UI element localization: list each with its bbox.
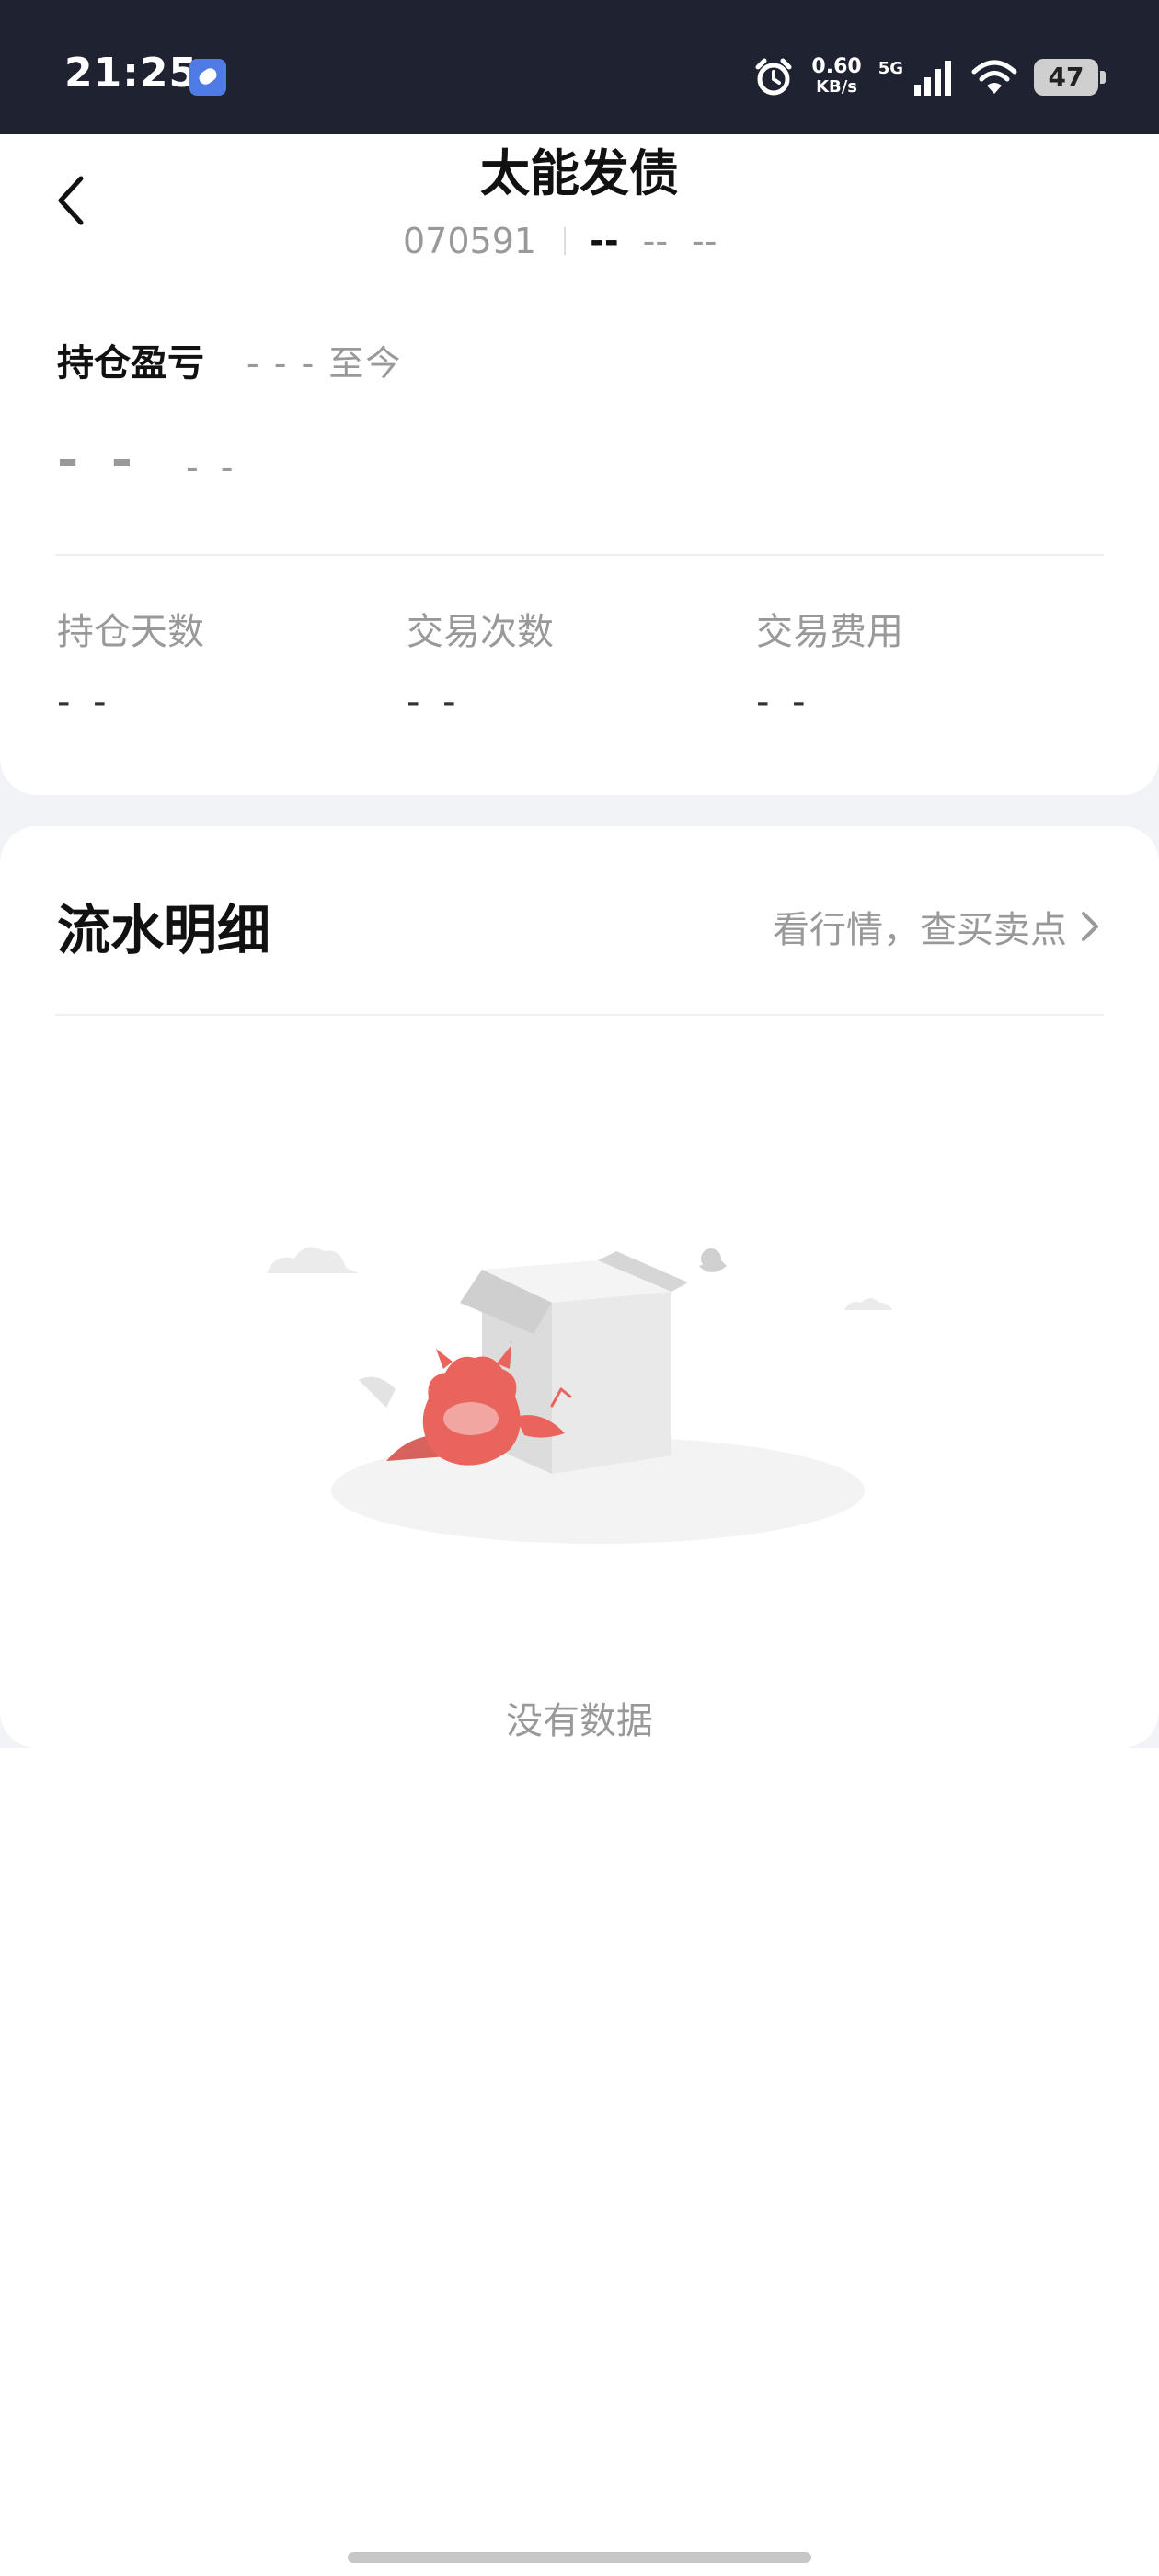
holding-pl-value: - - bbox=[57, 431, 140, 490]
status-bar: 21:25 0.60 KB/s 5G 47 bbox=[0, 0, 1159, 134]
empty-state-text: 没有数据 bbox=[506, 1700, 653, 1742]
price-placeholder: -- bbox=[590, 221, 619, 261]
change-placeholder: -- bbox=[642, 221, 669, 261]
alarm-icon bbox=[755, 58, 792, 96]
battery-icon: 47 bbox=[1034, 59, 1106, 96]
holding-pl-label: 持仓盈亏 bbox=[57, 342, 204, 385]
divider bbox=[55, 1014, 1104, 1016]
net-speed-unit: KB/s bbox=[816, 77, 858, 97]
wifi-icon bbox=[971, 60, 1017, 94]
status-time: 21:25 bbox=[64, 50, 199, 97]
holding-pl-percent: - - bbox=[186, 447, 239, 488]
chevron-right-icon bbox=[1082, 912, 1098, 941]
security-info: 070591 -- -- -- bbox=[403, 221, 717, 261]
change-percent-placeholder: -- bbox=[692, 221, 717, 261]
stat-value: - - bbox=[756, 681, 811, 723]
stat-label: 交易费用 bbox=[756, 611, 903, 653]
security-code: 070591 bbox=[403, 221, 537, 261]
network-type: 5G bbox=[878, 58, 903, 78]
stat-value: - - bbox=[57, 681, 112, 723]
net-speed: 0.60 KB/s bbox=[811, 57, 861, 98]
status-icons: 0.60 KB/s 5G 47 bbox=[752, 52, 1106, 103]
divider bbox=[55, 554, 1104, 556]
divider-line bbox=[564, 227, 567, 255]
empty-state-illustration bbox=[267, 1247, 892, 1544]
flow-detail-title: 流水明细 bbox=[57, 899, 271, 961]
view-market-link[interactable]: 看行情，查买卖点 bbox=[773, 900, 1102, 953]
stat-trade-count: 交易次数 - - bbox=[407, 602, 554, 723]
view-market-link-label: 看行情，查买卖点 bbox=[773, 909, 1067, 951]
stat-label: 持仓天数 bbox=[57, 611, 204, 653]
holding-pl-period: - - - 至今 bbox=[247, 343, 403, 384]
app-icon bbox=[189, 59, 226, 96]
stat-label: 交易次数 bbox=[407, 611, 554, 653]
page-title: 太能发债 bbox=[480, 144, 679, 202]
stat-value: - - bbox=[407, 681, 462, 723]
net-speed-value: 0.60 bbox=[811, 55, 862, 78]
stat-holding-days: 持仓天数 - - bbox=[57, 602, 204, 723]
stat-trade-fee: 交易费用 - - bbox=[756, 602, 903, 723]
signal-icon bbox=[914, 61, 951, 96]
home-indicator[interactable] bbox=[348, 2552, 811, 2563]
